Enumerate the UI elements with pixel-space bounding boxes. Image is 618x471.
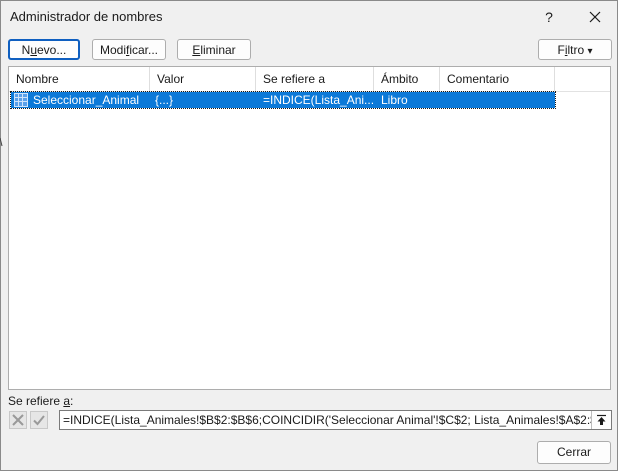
close-window-button[interactable] [581,6,609,28]
delete-button[interactable]: Eliminar [177,39,251,60]
new-label-accel: u [30,43,37,57]
window-title: Administrador de nombres [10,9,163,24]
name-manager-dialog: Administrador de nombres ? Nuevo... Modi… [0,0,618,471]
refers-to-label-post: : [70,394,74,408]
x-icon [9,411,27,429]
title-bar: Administrador de nombres ? [1,1,617,33]
filter-label-pre: F [557,43,565,57]
filter-dropdown-button[interactable]: Filtro ▾ [538,39,612,60]
left-edge-mark [0,136,3,150]
filter-label-post: ltro [567,43,585,57]
checkmark-icon [30,411,48,429]
help-button[interactable]: ? [537,7,561,27]
row-scope: Libro [381,93,408,107]
confirm-edit-button[interactable] [30,411,48,429]
row-comment [447,92,552,108]
column-header-refers-to[interactable]: Se refiere a [256,67,374,91]
list-header: Nombre Valor Se refiere a Ámbito Comenta… [9,67,610,92]
names-list[interactable]: Nombre Valor Se refiere a Ámbito Comenta… [8,66,611,390]
upload-arrow-icon [597,414,606,425]
column-header-scope[interactable]: Ámbito [374,67,440,91]
delete-label-post: liminar [200,43,236,57]
new-button[interactable]: Nuevo... [8,39,80,60]
close-button[interactable]: Cerrar [537,441,611,464]
refers-to-label: Se refiere a: [8,394,73,408]
chevron-down-icon: ▾ [587,46,593,57]
edit-button[interactable]: Modificar... [92,39,166,60]
column-header-value[interactable]: Valor [150,67,256,91]
cancel-edit-button[interactable] [9,411,27,429]
edit-label-pre: Modi [99,43,126,57]
close-icon [589,11,601,23]
refers-to-input[interactable]: =INDICE(Lista_Animales!$B$2:$B$6;COINCID… [59,410,612,430]
row-value: {...} [155,93,174,107]
table-icon [14,93,28,107]
new-label-pre: N [21,43,31,57]
row-refers-to: =INDICE(Lista_Ani... [263,93,373,107]
table-row[interactable]: Seleccionar_Animal {...} =INDICE(Lista_A… [10,91,556,109]
column-header-comment[interactable]: Comentario [440,67,555,91]
collapse-dialog-button[interactable] [591,411,611,429]
edit-label-post: icar... [129,43,159,57]
column-header-name[interactable]: Nombre [9,67,150,91]
new-label-post: evo... [37,43,67,57]
refers-to-label-pre: Se refiere [8,394,64,408]
row-name: Seleccionar_Animal [33,93,140,107]
